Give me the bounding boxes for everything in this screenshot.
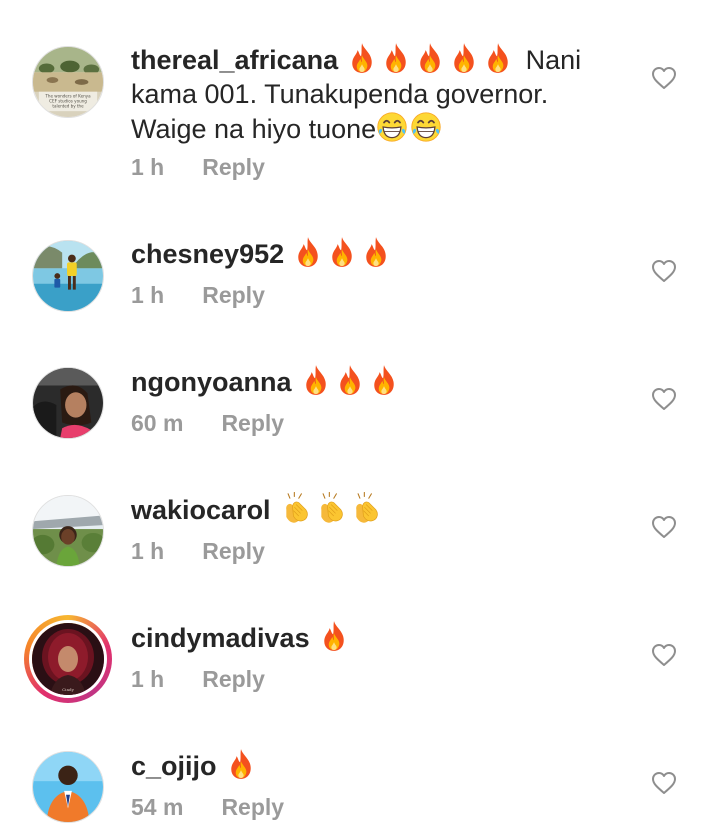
comment-body-line-2: kama 001. Tunakupenda governor. — [131, 79, 549, 109]
grinning-face-emoji-icon — [376, 111, 408, 143]
comment-username[interactable]: c_ojijo — [131, 751, 217, 781]
comment-username[interactable]: thereal_africana — [131, 45, 338, 75]
landscape-avatar-icon: The wonders of Kenya CEF studios young t… — [33, 47, 103, 117]
heart-outline-icon — [651, 643, 677, 667]
clapping-hands-emoji-icon — [281, 492, 313, 524]
reply-button[interactable]: Reply — [202, 282, 265, 309]
avatar-story-ring[interactable]: Cindy — [24, 615, 112, 703]
comment-meta: 60 m Reply — [131, 410, 284, 437]
fire-emoji-icon — [450, 42, 478, 74]
man-avatar-icon — [33, 752, 103, 822]
comment-username[interactable]: ngonyoanna — [131, 367, 292, 397]
comment-username[interactable]: wakiocarol — [131, 495, 271, 525]
avatar: Cindy — [29, 620, 107, 698]
svg-text:Cindy: Cindy — [62, 687, 74, 692]
fire-emoji-icon — [382, 42, 410, 74]
comment-timestamp: 1 h — [131, 666, 165, 692]
outdoor-avatar-icon — [33, 496, 103, 566]
comment-username[interactable]: cindymadivas — [131, 623, 310, 653]
heart-outline-icon — [651, 771, 677, 795]
like-button[interactable] — [651, 515, 677, 539]
comment-meta: 1 h Reply — [131, 154, 265, 181]
comment-meta: 1 h Reply — [131, 666, 265, 693]
comment-text: thereal_africana Nani kama 001. Tunakupe… — [131, 42, 601, 146]
heart-outline-icon — [651, 66, 677, 90]
comment-username[interactable]: chesney952 — [131, 239, 284, 269]
like-button[interactable] — [651, 771, 677, 795]
comment-timestamp: 1 h — [131, 538, 165, 564]
reply-button[interactable]: Reply — [221, 410, 284, 437]
comment-text: wakiocarol — [131, 492, 601, 527]
comment-text: ngonyoanna — [131, 364, 601, 399]
like-button[interactable] — [651, 387, 677, 411]
reply-button[interactable]: Reply — [202, 154, 265, 181]
grinning-face-emoji-icon — [410, 111, 442, 143]
reply-button[interactable]: Reply — [221, 794, 284, 821]
heart-outline-icon — [651, 387, 677, 411]
comment-text: c_ojijo — [131, 748, 601, 783]
fire-emoji-icon — [362, 236, 390, 268]
comment-meta: 1 h Reply — [131, 282, 265, 309]
svg-text:talented by the: talented by the — [52, 103, 84, 108]
reply-button[interactable]: Reply — [202, 666, 265, 693]
fire-emoji-icon — [227, 748, 255, 780]
fire-emoji-icon — [484, 42, 512, 74]
selfie-avatar-icon — [33, 368, 103, 438]
fire-emoji-icon — [370, 364, 398, 396]
fire-emoji-icon — [294, 236, 322, 268]
fire-emoji-icon — [416, 42, 444, 74]
heart-outline-icon — [651, 515, 677, 539]
fire-emoji-icon — [328, 236, 356, 268]
avatar[interactable]: The wonders of Kenya CEF studios young t… — [32, 46, 104, 118]
comment-body-line-1: Nani — [525, 45, 582, 75]
comment-timestamp: 1 h — [131, 154, 165, 180]
portrait-avatar-icon: Cindy — [32, 623, 104, 695]
avatar[interactable] — [32, 495, 104, 567]
pool-avatar-icon — [33, 241, 103, 311]
clapping-hands-emoji-icon — [351, 492, 383, 524]
like-button[interactable] — [651, 259, 677, 283]
fire-emoji-icon — [320, 620, 348, 652]
comment-text: cindymadivas — [131, 620, 601, 655]
heart-outline-icon — [651, 259, 677, 283]
avatar[interactable] — [32, 367, 104, 439]
fire-emoji-icon — [336, 364, 364, 396]
like-button[interactable] — [651, 643, 677, 667]
comment-text: chesney952 — [131, 236, 601, 271]
fire-emoji-icon — [302, 364, 330, 396]
avatar[interactable] — [32, 240, 104, 312]
like-button[interactable] — [651, 66, 677, 90]
avatar[interactable] — [32, 751, 104, 823]
comment-body-line-3: Waige na hiyo tuone — [131, 114, 377, 144]
reply-button[interactable]: Reply — [202, 538, 265, 565]
comment-timestamp: 60 m — [131, 410, 184, 436]
comment-meta: 1 h Reply — [131, 538, 265, 565]
clapping-hands-emoji-icon — [316, 492, 348, 524]
comment-meta: 54 m Reply — [131, 794, 284, 821]
comment-timestamp: 54 m — [131, 794, 184, 820]
fire-emoji-icon — [348, 42, 376, 74]
comment-timestamp: 1 h — [131, 282, 165, 308]
